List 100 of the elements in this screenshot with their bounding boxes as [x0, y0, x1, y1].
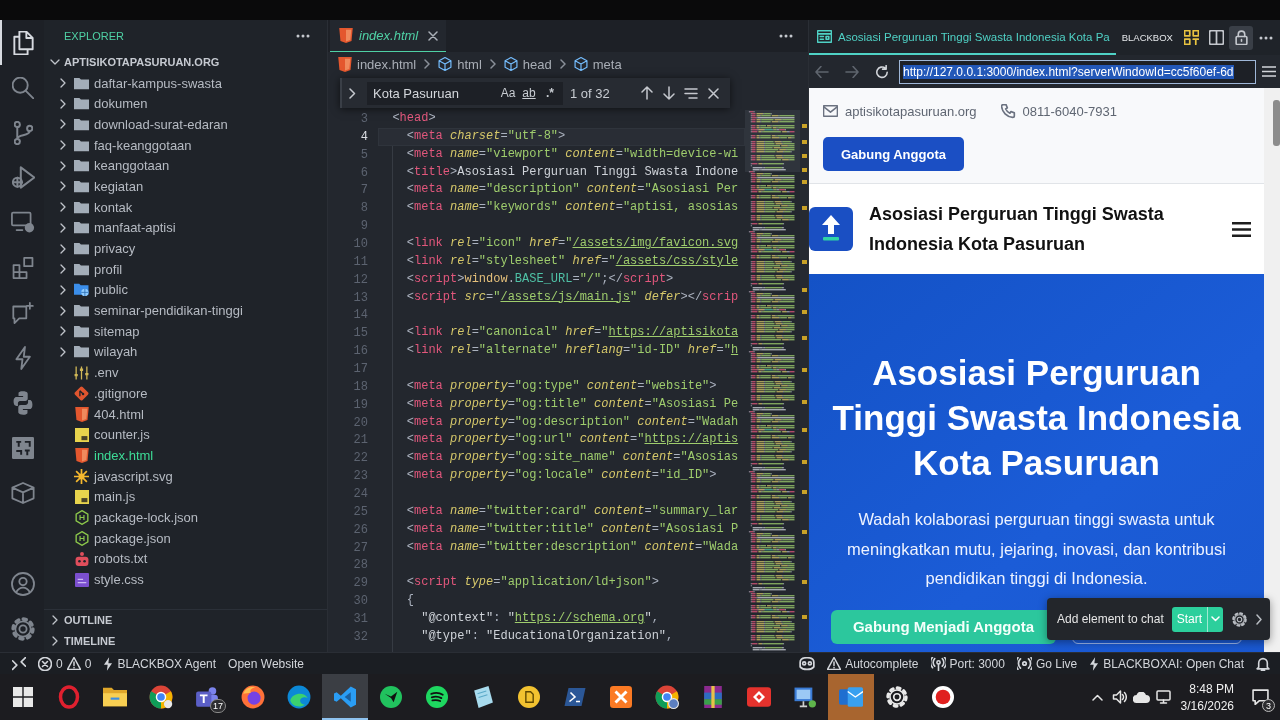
minimap[interactable]: [745, 110, 808, 652]
url-field[interactable]: http://127.0.0.1:3000/index.html?serverWindowId=cc5f60ef-6d: [899, 59, 1256, 84]
lightning-icon: [103, 656, 114, 671]
folder-icon: [74, 179, 89, 193]
taskbar-button[interactable]: [322, 674, 368, 720]
line-number: 3: [359, 111, 368, 126]
tree-item[interactable]: keanggotaan: [44, 155, 327, 177]
port-button[interactable]: Port: 3000: [924, 653, 1011, 674]
tree-item[interactable]: style.css: [44, 569, 327, 590]
browser-profile-icon: [655, 685, 679, 709]
code-line: <meta property="og:url" content="https://aptis: [405, 431, 739, 449]
line-number: 5: [359, 147, 368, 162]
chevron-icon: [489, 59, 496, 69]
tree-item[interactable]: download-surat-edaran: [44, 114, 327, 135]
popup-label: Add element to chat: [1057, 612, 1164, 626]
lightning-icon: [1089, 656, 1100, 671]
line-number: 23: [352, 469, 368, 484]
close-icon[interactable]: [428, 30, 439, 41]
go-live-button[interactable]: Go Live: [1010, 653, 1084, 674]
cross-tile-icon: [610, 686, 632, 708]
agent-button[interactable]: BLACKBOX Agent: [97, 653, 223, 674]
tree-item[interactable]: faq-keanggotaan: [44, 134, 327, 156]
problems-button[interactable]: 0 0: [32, 653, 98, 674]
open-website-button[interactable]: Open Website: [222, 653, 310, 674]
breadcrumb-item[interactable]: html: [438, 56, 482, 72]
tree-item[interactable]: package.json: [44, 527, 327, 549]
section-header[interactable]: TIMELINE: [44, 630, 327, 652]
music-app-icon: [426, 686, 448, 708]
tree-item[interactable]: dokumen: [44, 93, 327, 115]
fox-globe-icon: [241, 685, 265, 709]
line-number: 14: [352, 308, 368, 323]
tree-item[interactable]: robots.txt: [44, 548, 327, 570]
browser-icon: [149, 685, 173, 709]
cube-icon: [503, 57, 518, 71]
code-line: <link rel="icon" href="/assets/img/favicon.svg: [405, 235, 739, 252]
breadcrumb-item[interactable]: meta: [573, 56, 622, 72]
autocomplete-button[interactable]: Autocomplete: [821, 653, 925, 674]
folder-root-item[interactable]: APTISIKOTAPASURUAN.ORG: [44, 52, 327, 73]
search-field[interactable]: Kota Pasuruan Aa ab .*: [367, 81, 563, 105]
code-line: <link rel="alternate" hreflang="id-ID" href="h: [405, 342, 739, 360]
breadcrumb-item[interactable]: index.html: [338, 56, 417, 72]
code-line: "@context": "https://schema.org",: [420, 610, 659, 628]
tree-item[interactable]: .gitignore: [44, 383, 327, 404]
debug-icon: [11, 166, 35, 189]
tree-item[interactable]: package-lock.json: [44, 507, 327, 528]
tree-item[interactable]: kontak: [44, 196, 327, 218]
mail-icon: [823, 105, 838, 117]
line-number: 20: [352, 415, 368, 430]
chevron-icon[interactable]: [1256, 613, 1262, 625]
tree-item[interactable]: sitemap: [44, 320, 327, 342]
dropdown-button[interactable]: [1207, 606, 1224, 632]
warning-icon: [827, 657, 842, 670]
tree-item[interactable]: kegiatan: [44, 176, 327, 197]
tree-item[interactable]: .env: [44, 362, 327, 383]
close-icon: [707, 87, 719, 99]
start-icon: [13, 687, 33, 707]
terminal-icon: [564, 688, 586, 706]
code-line: <meta name="twitter:description" content="Wada: [405, 538, 739, 556]
ring-icon: [58, 685, 80, 709]
line-number: 12: [352, 272, 368, 287]
clock-button[interactable]: 8:48 PM 3/16/2026: [1174, 677, 1240, 717]
whole-word-toggle[interactable]: ab: [519, 83, 539, 103]
regex-toggle[interactable]: .*: [540, 83, 560, 103]
tree-item[interactable]: seminar-pendidikan-tinggi: [44, 300, 327, 321]
open-chat-button[interactable]: BLACKBOXAI: Open Chat: [1083, 653, 1250, 674]
tree-item[interactable]: 404.html: [44, 403, 327, 425]
tree-item[interactable]: profil: [44, 258, 327, 280]
tree-item[interactable]: daftar-kampus-swasta: [44, 72, 327, 94]
diamond-tile-icon: [747, 687, 771, 707]
line-number: 28: [352, 558, 368, 573]
scrollbar[interactable]: [1273, 100, 1280, 146]
tree-item[interactable]: privacy: [44, 238, 327, 259]
split-editor-icon: [1208, 30, 1224, 45]
notifications-button[interactable]: 3: [1240, 677, 1280, 717]
forward-arrow-icon: [845, 65, 859, 78]
section-header[interactable]: OUTLINE: [44, 610, 327, 631]
join-button[interactable]: Gabung Anggota: [823, 137, 964, 171]
editor-tab[interactable]: index.html: [330, 20, 447, 52]
tree-item[interactable]: public: [44, 279, 327, 301]
tree-item[interactable]: manfaat-aptisi: [44, 217, 327, 239]
folder-icon: [74, 345, 89, 359]
taskbar-button[interactable]: 17: [184, 674, 230, 720]
tree-item[interactable]: wilayah: [44, 341, 327, 363]
folder-icon: [74, 138, 89, 152]
tree-item[interactable]: main.js: [44, 486, 327, 508]
tree-item[interactable]: javascript.svg: [44, 465, 327, 487]
tree-item[interactable]: counter.js: [44, 424, 327, 446]
tree-item[interactable]: index.html: [44, 445, 327, 466]
settings-icon: [886, 686, 908, 708]
breadcrumb-item[interactable]: head: [503, 56, 552, 72]
folder-icon: [74, 242, 89, 256]
grid-icon: [1183, 30, 1199, 45]
lock-button[interactable]: [1229, 25, 1253, 50]
menu-button[interactable]: [1230, 219, 1253, 239]
line-number: 9: [359, 219, 368, 234]
stylesheet-icon: [74, 572, 89, 587]
folder-icon: [74, 76, 89, 90]
code-line: <meta property="og:type" content="website">: [405, 377, 717, 395]
robot-face-icon: [799, 656, 816, 671]
match-case-toggle[interactable]: Aa: [498, 83, 518, 103]
